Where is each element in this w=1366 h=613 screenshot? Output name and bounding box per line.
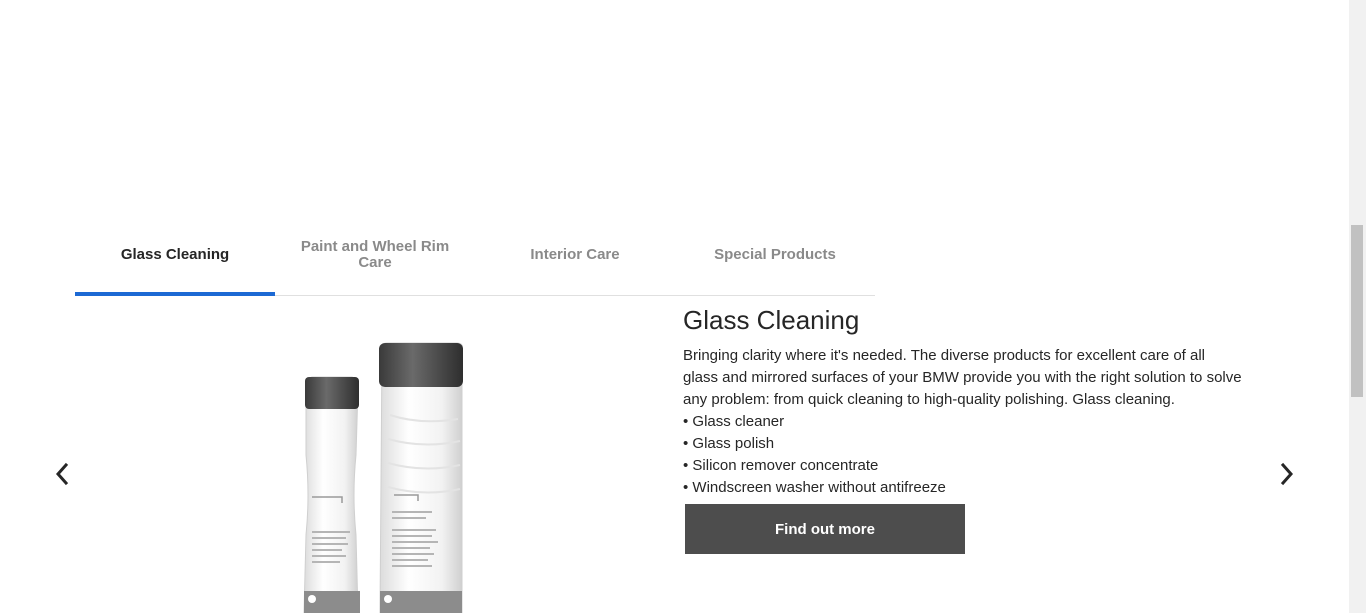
tab-glass-cleaning[interactable]: Glass Cleaning	[75, 215, 275, 296]
list-item: • Glass polish	[683, 435, 775, 452]
vertical-scrollbar[interactable]	[1349, 0, 1366, 613]
product-category-content: Glass Cleaning Bringing clarity where it…	[683, 303, 1243, 499]
list-item: • Silicon remover concentrate	[683, 457, 879, 474]
list-item: • Windscreen washer without antifreeze	[683, 479, 946, 496]
find-out-more-button[interactable]: Find out more	[685, 504, 965, 554]
carousel-prev-button[interactable]	[47, 459, 77, 489]
tab-label: Special Products	[714, 246, 836, 263]
tab-label: Paint and Wheel Rim Care	[300, 238, 450, 271]
scrollbar-thumb[interactable]	[1351, 225, 1363, 397]
product-list: • Glass cleaner • Glass polish • Silicon…	[683, 411, 1243, 499]
carousel-next-button[interactable]	[1272, 459, 1302, 489]
tab-label: Glass Cleaning	[120, 246, 230, 263]
category-title: Glass Cleaning	[683, 305, 860, 335]
page: Glass Cleaning Paint and Wheel Rim Care …	[0, 0, 1366, 613]
tab-paint-and-wheel-rim-care[interactable]: Paint and Wheel Rim Care	[275, 215, 475, 295]
tab-interior-care[interactable]: Interior Care	[475, 215, 675, 295]
list-item: • Glass cleaner	[683, 413, 785, 430]
tab-label: Interior Care	[530, 246, 620, 263]
product-category-tabs: Glass Cleaning Paint and Wheel Rim Care …	[75, 215, 875, 296]
chevron-right-icon	[1280, 462, 1294, 486]
product-image	[303, 342, 463, 613]
category-description: Bringing clarity where it's needed. The …	[683, 347, 1242, 408]
tab-special-products[interactable]: Special Products	[675, 215, 875, 295]
chevron-left-icon	[55, 462, 69, 486]
